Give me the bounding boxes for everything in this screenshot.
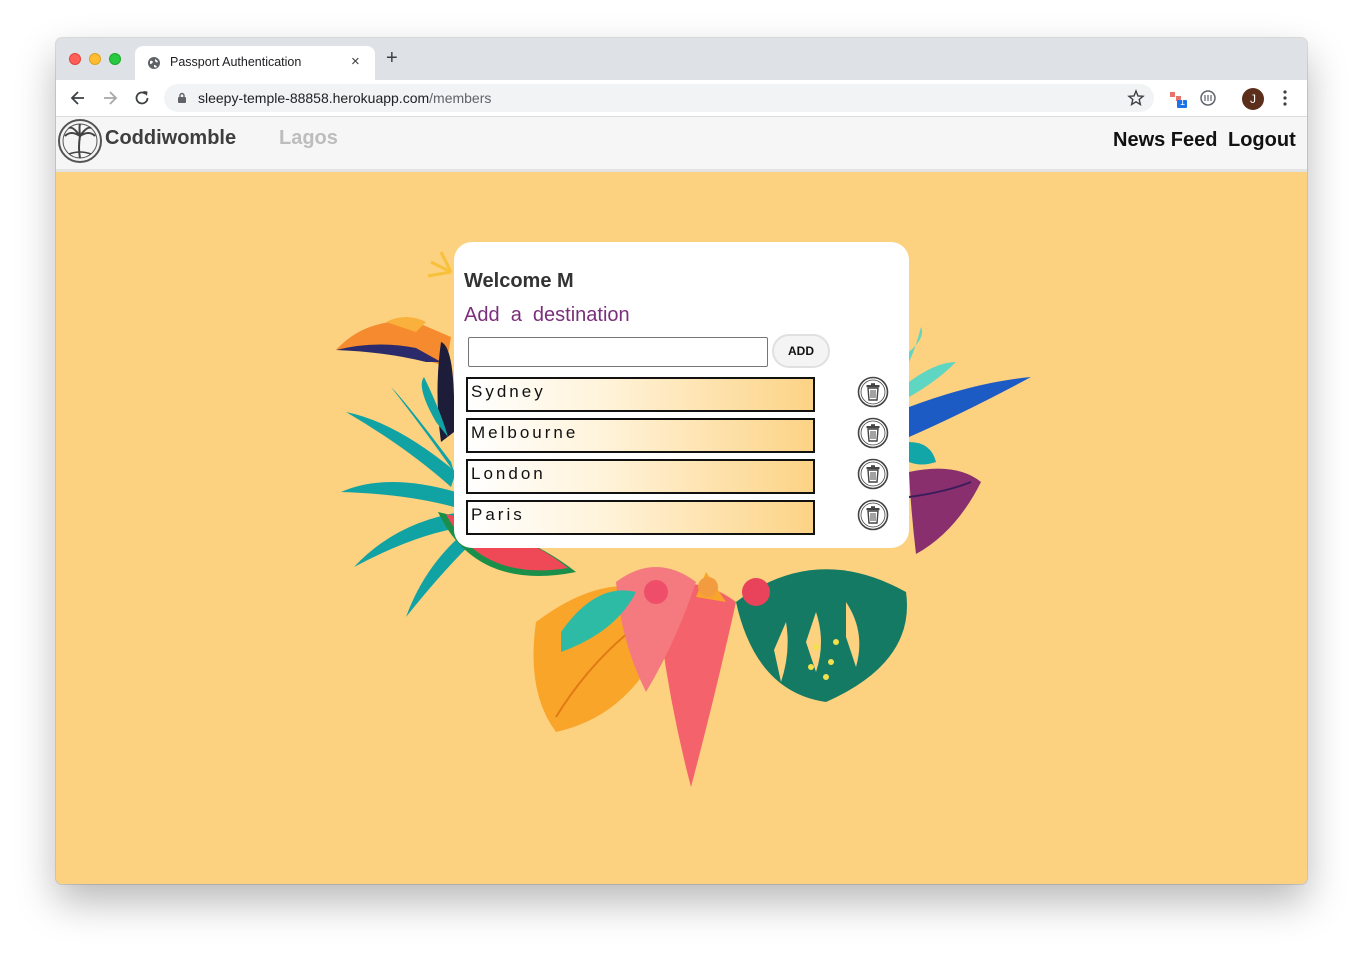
browser-tab[interactable]: Passport Authentication × xyxy=(135,46,375,80)
add-button[interactable]: ADD xyxy=(772,334,830,368)
globe-icon xyxy=(148,57,160,69)
browser-window: Passport Authentication × + sleepy-templ… xyxy=(56,38,1307,884)
destination-row: Melbourne xyxy=(466,418,815,453)
maximize-window-button[interactable] xyxy=(109,53,121,65)
new-tab-button[interactable]: + xyxy=(386,48,398,68)
trash-icon[interactable] xyxy=(857,376,889,408)
nav-city-link[interactable]: Lagos xyxy=(279,127,338,150)
bookmark-star-icon[interactable] xyxy=(1126,88,1146,108)
destination-name: Sydney xyxy=(471,382,546,401)
trash-icon[interactable] xyxy=(857,499,889,531)
tab-strip: Passport Authentication × + xyxy=(56,38,1307,80)
minimize-window-button[interactable] xyxy=(89,53,101,65)
profile-avatar[interactable]: J xyxy=(1242,88,1264,110)
destination-row: Paris xyxy=(466,500,815,535)
tab-title: Passport Authentication xyxy=(170,55,302,69)
media-extension-icon[interactable] xyxy=(1198,88,1218,108)
back-arrow-icon[interactable] xyxy=(68,88,88,108)
destination-row: London xyxy=(466,459,815,494)
url-text: sleepy-temple-88858.herokuapp.com/member… xyxy=(198,90,492,106)
forward-arrow-icon[interactable] xyxy=(100,88,120,108)
reload-icon[interactable] xyxy=(132,88,152,108)
destination-name: London xyxy=(471,464,546,483)
browser-menu-icon[interactable] xyxy=(1278,88,1292,108)
tab-close-icon[interactable]: × xyxy=(351,53,360,70)
site-navbar: Coddiwomble Lagos News Feed Logout xyxy=(56,117,1307,172)
welcome-heading: Welcome M xyxy=(464,270,574,292)
extension-badge: 1 xyxy=(1180,97,1186,107)
brand-name[interactable]: Coddiwomble xyxy=(105,127,236,150)
destination-name: Paris xyxy=(471,505,525,524)
logout-link[interactable]: Logout xyxy=(1228,129,1296,152)
destination-name: Melbourne xyxy=(471,423,579,442)
palm-tree-logo-icon[interactable] xyxy=(57,118,103,164)
add-destination-heading: Add a destination xyxy=(464,304,630,326)
lock-icon xyxy=(178,92,186,103)
destination-card: Welcome M Add a destination ADD Sydney M… xyxy=(454,242,909,548)
page-content: Welcome M Add a destination ADD Sydney M… xyxy=(56,172,1307,884)
address-bar[interactable]: sleepy-temple-88858.herokuapp.com/member… xyxy=(164,84,1154,112)
news-feed-link[interactable]: News Feed xyxy=(1113,129,1217,152)
trash-icon[interactable] xyxy=(857,417,889,449)
destination-input[interactable] xyxy=(468,337,768,367)
trash-icon[interactable] xyxy=(857,458,889,490)
close-window-button[interactable] xyxy=(69,53,81,65)
browser-toolbar: sleepy-temple-88858.herokuapp.com/member… xyxy=(56,80,1307,117)
destination-row: Sydney xyxy=(466,377,815,412)
extension-button[interactable]: 1 xyxy=(1168,88,1188,108)
